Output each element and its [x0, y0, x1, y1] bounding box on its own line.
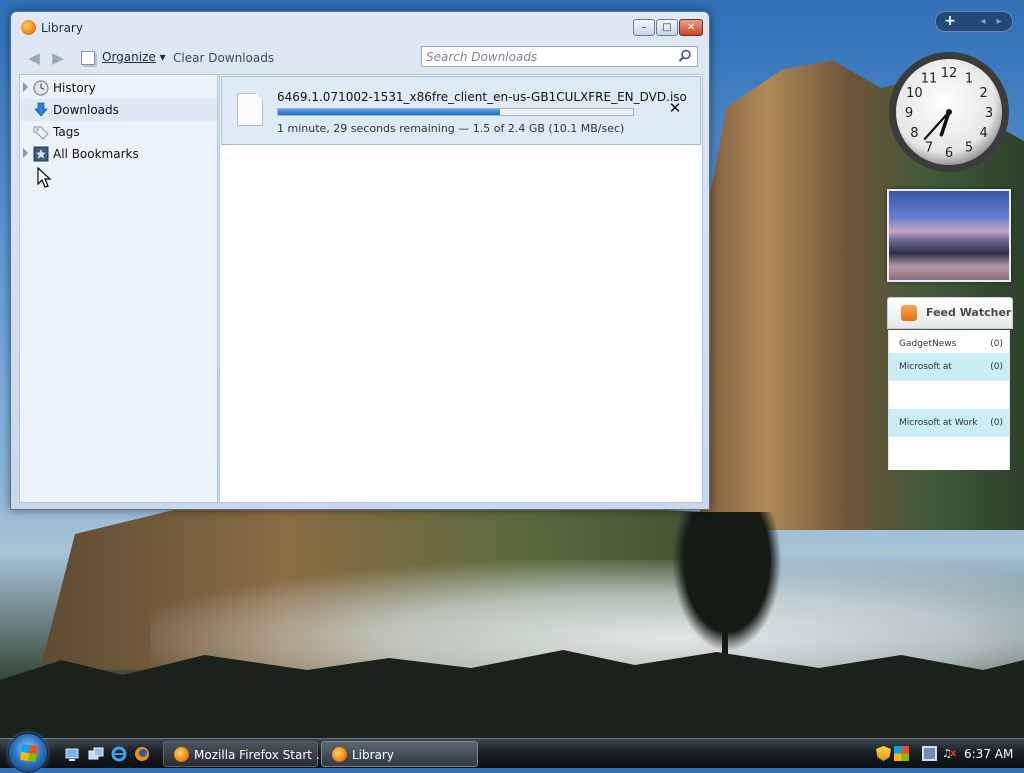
- sidebar-item-downloads[interactable]: Downloads: [20, 99, 217, 121]
- taskbar-button-label: Mozilla Firefox Start ...: [194, 748, 328, 762]
- taskbar-button-library[interactable]: Library: [321, 741, 478, 767]
- feed-count: (0): [990, 339, 1003, 349]
- start-button[interactable]: [8, 733, 48, 773]
- feed-name: Microsoft at Work: [899, 418, 978, 428]
- gadget-toolbar: + ◂ ▸: [935, 11, 1013, 32]
- feed-watcher-gadget: Feed Watcher GadgetNews (0) Microsoft at…: [887, 297, 1013, 470]
- security-shield-icon[interactable]: [876, 746, 891, 761]
- search-box: [421, 46, 698, 67]
- sidebar-item-label: Downloads: [53, 103, 119, 117]
- sidebar-item-tags[interactable]: Tags: [20, 121, 217, 143]
- clock-gadget[interactable]: 1234567891011 12: [887, 50, 1011, 174]
- rss-feed-icon: [901, 305, 917, 321]
- taskbar-button-label: Library: [352, 748, 394, 762]
- firefox-icon: [21, 20, 36, 35]
- feed-name: Microsoft at: [899, 362, 952, 372]
- feed-list-item[interactable]: Microsoft at (0): [889, 353, 1009, 381]
- firefox-icon: [332, 747, 347, 762]
- slideshow-gadget[interactable]: [887, 189, 1011, 282]
- download-item[interactable]: 6469.1.071002-1531_x86fre_client_en-us-G…: [221, 76, 701, 145]
- close-button[interactable]: ✕: [679, 19, 703, 36]
- feed-watcher-header[interactable]: Feed Watcher: [887, 297, 1013, 329]
- clock-numeral: 3: [985, 106, 993, 121]
- tag-icon: [33, 126, 49, 140]
- mouse-cursor-icon: [37, 167, 52, 188]
- clock-numeral: 10: [906, 86, 923, 101]
- sidebar-item-history[interactable]: History: [20, 77, 217, 99]
- clock-icon: [33, 80, 49, 96]
- search-input[interactable]: [426, 49, 671, 64]
- cancel-download-button[interactable]: ✕: [668, 101, 682, 116]
- download-progress-fill: [278, 109, 500, 115]
- clock-numeral: 7: [925, 141, 933, 156]
- sidebar-item-label: Tags: [53, 125, 80, 139]
- expand-twisty-icon[interactable]: [23, 82, 28, 92]
- security-center-icon[interactable]: [894, 746, 909, 761]
- file-icon: [237, 93, 263, 126]
- taskbar: Mozilla Firefox Start ... Library ♫ x 6:3…: [0, 733, 1024, 773]
- clock-numeral: 6: [945, 146, 953, 161]
- toolbar: ◀ ▶ Organize ▾ Clear Downloads: [17, 43, 705, 73]
- forward-arrow-icon[interactable]: ▶: [49, 49, 67, 67]
- title-bar[interactable]: Library – □ ✕: [11, 12, 709, 43]
- gadget-prev-button[interactable]: ◂: [976, 14, 990, 29]
- feed-count: (0): [990, 418, 1003, 428]
- bookmark-icon: [33, 146, 49, 162]
- maximize-button[interactable]: □: [656, 19, 678, 36]
- search-icon[interactable]: [678, 49, 692, 63]
- feed-list-item[interactable]: Microsoft at Work (0): [889, 409, 1009, 437]
- sidebar-item-all-bookmarks[interactable]: All Bookmarks: [20, 143, 217, 165]
- internet-explorer-icon[interactable]: [111, 746, 127, 762]
- clock-numeral: 9: [905, 106, 913, 121]
- gadget-next-button[interactable]: ▸: [992, 14, 1006, 29]
- expand-twisty-icon[interactable]: [23, 148, 28, 158]
- download-status: 1 minute, 29 seconds remaining — 1.5 of …: [277, 122, 625, 135]
- chevron-down-icon: ▾: [159, 50, 166, 64]
- feed-name: GadgetNews: [899, 339, 957, 349]
- minimize-button[interactable]: –: [633, 19, 655, 36]
- organize-label: Organize: [102, 50, 156, 64]
- windows-logo-icon: [19, 743, 39, 763]
- downloads-list: 6469.1.071002-1531_x86fre_client_en-us-G…: [219, 74, 703, 503]
- system-tray: ♫ x 6:37 AM: [866, 739, 1024, 769]
- sidebar-item-label: All Bookmarks: [53, 147, 139, 161]
- sidebar-item-label: History: [53, 81, 96, 95]
- download-progress-bar: [277, 108, 634, 116]
- organize-icon: [81, 51, 95, 65]
- feed-list: GadgetNews (0) Microsoft at (0) Microsof…: [888, 330, 1010, 470]
- clear-downloads-button[interactable]: Clear Downloads: [173, 51, 274, 65]
- clock-numeral: 12: [941, 66, 958, 81]
- firefox-icon: [174, 747, 189, 762]
- clock-numeral: 8: [910, 126, 918, 141]
- sidebar: History Downloads Tags All Bookmarks: [19, 74, 218, 503]
- back-arrow-icon[interactable]: ◀: [25, 49, 43, 67]
- library-window: Library – □ ✕ ◀ ▶ Organize ▾ Clear Downl…: [10, 11, 710, 510]
- download-arrow-icon: [34, 102, 48, 117]
- taskbar-button-firefox[interactable]: Mozilla Firefox Start ...: [163, 741, 327, 767]
- network-icon[interactable]: [922, 746, 937, 761]
- firefox-icon[interactable]: [134, 746, 150, 762]
- feed-watcher-title: Feed Watcher: [926, 306, 1012, 319]
- volume-muted-icon[interactable]: ♫ x: [942, 746, 957, 761]
- wallpaper-tree-trunk: [722, 600, 728, 660]
- clock-numeral: 11: [921, 71, 938, 86]
- add-gadget-button[interactable]: +: [942, 13, 958, 30]
- window-title: Library: [41, 21, 83, 35]
- taskbar-clock[interactable]: 6:37 AM: [964, 747, 1013, 761]
- clock-numeral: 1: [965, 71, 973, 86]
- organize-button[interactable]: Organize ▾: [102, 50, 166, 64]
- clock-numeral: 4: [979, 126, 987, 141]
- switch-windows-icon[interactable]: [88, 746, 104, 762]
- show-desktop-icon[interactable]: [64, 746, 80, 762]
- clock-numeral: 2: [979, 86, 987, 101]
- feed-count: (0): [990, 362, 1003, 372]
- clock-numeral: 5: [965, 141, 973, 156]
- download-file-name: 6469.1.071002-1531_x86fre_client_en-us-G…: [277, 90, 687, 104]
